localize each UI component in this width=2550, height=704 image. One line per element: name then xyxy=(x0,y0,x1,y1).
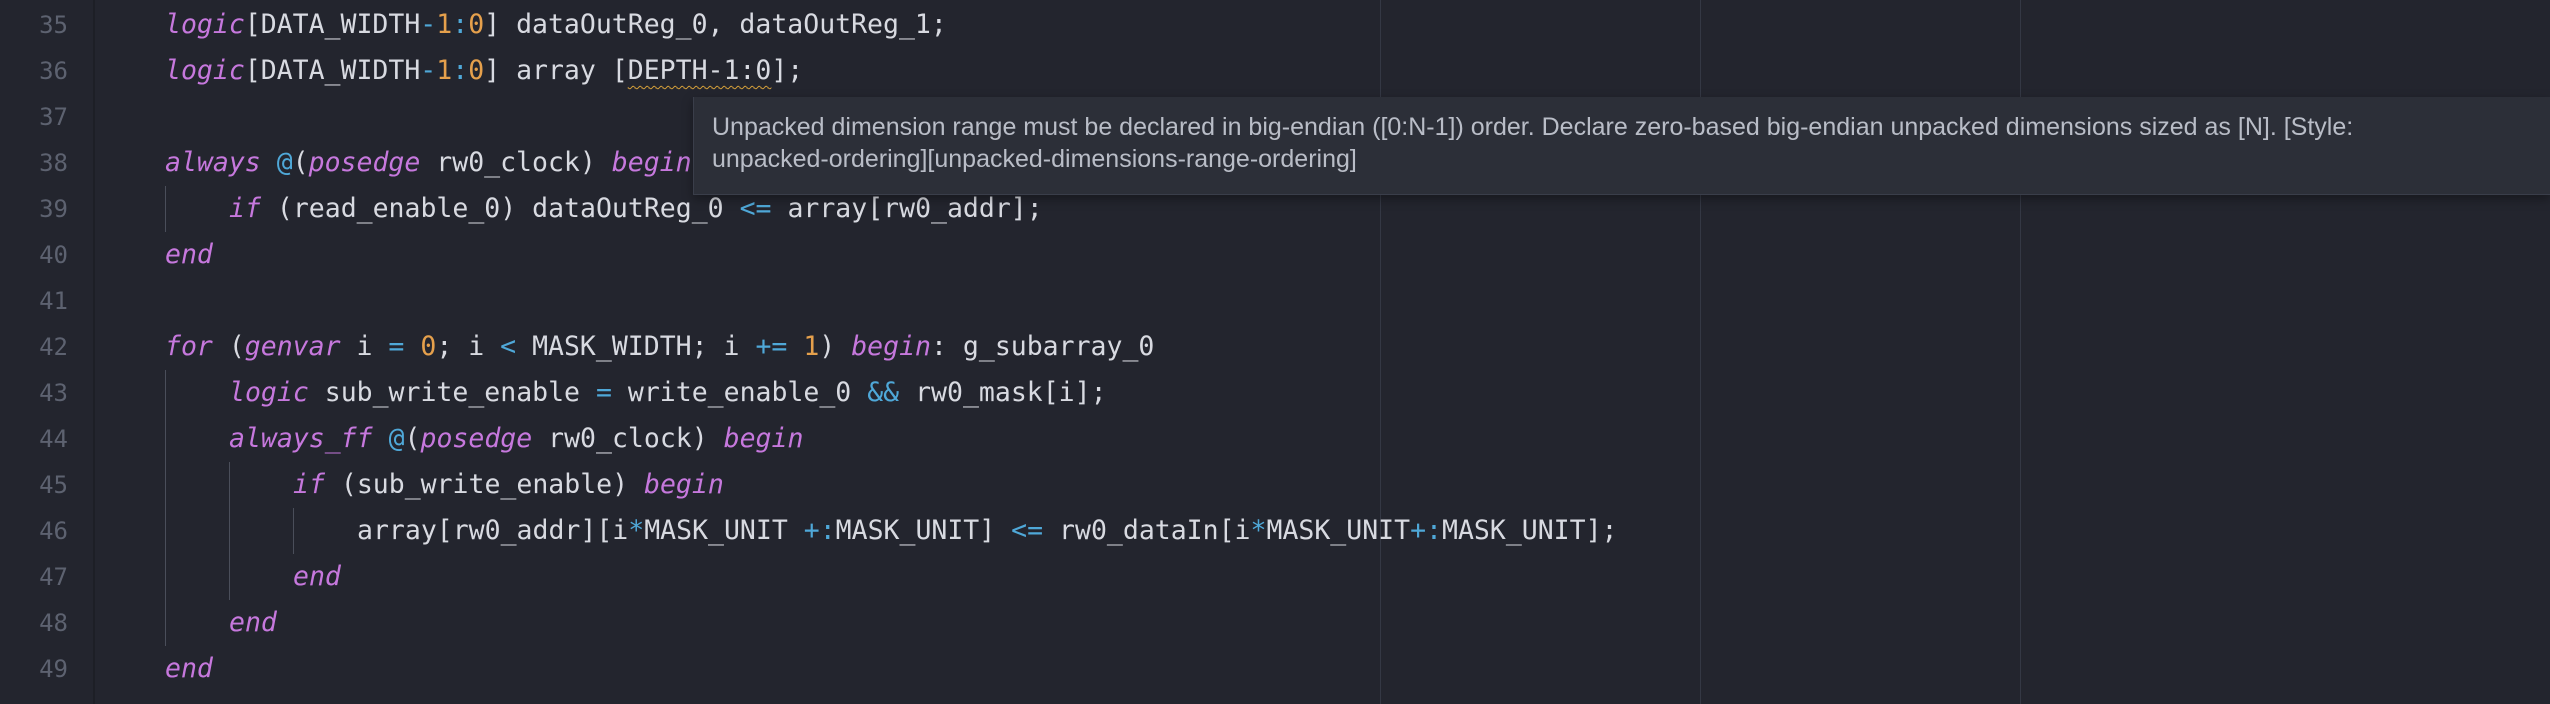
code-token: logic xyxy=(165,9,245,40)
code-token: +: xyxy=(803,515,836,546)
code-token: MASK_WIDTH; i xyxy=(516,331,756,362)
code-token: +: xyxy=(1410,515,1442,546)
code-token: ]; xyxy=(771,55,804,86)
code-token: ; i xyxy=(436,331,501,362)
code-token: begin xyxy=(851,331,931,362)
code-token: ] dataOutReg_0, dataOutReg_1; xyxy=(484,9,947,40)
code-token: MASK_UNIT]; xyxy=(1442,515,1618,546)
code-token: end xyxy=(165,239,213,270)
code-token: : xyxy=(452,55,469,86)
code-token: write_enable_0 xyxy=(611,377,868,408)
code-token: begin xyxy=(644,469,724,500)
code-token: <= xyxy=(1011,515,1044,546)
diagnostic-tooltip: Unpacked dimension range must be declare… xyxy=(693,97,2550,195)
code-token: (read_enable_0) dataOutReg_0 xyxy=(260,193,740,224)
code-token: MASK_UNIT] xyxy=(835,515,1012,546)
code-token: @ xyxy=(276,147,293,178)
diagnostic-message-line-1: Unpacked dimension range must be declare… xyxy=(712,113,2354,141)
code-token: 1 xyxy=(436,9,453,40)
code-token: <= xyxy=(739,193,772,224)
code-line[interactable]: always_ff @(posedge rw0_clock) begin xyxy=(0,416,2550,462)
code-token: begin xyxy=(611,147,692,178)
code-token: - xyxy=(420,9,437,40)
code-token: += xyxy=(755,331,788,362)
code-line[interactable]: logic sub_write_enable = write_enable_0 … xyxy=(0,370,2550,416)
code-line[interactable]: end xyxy=(0,646,2550,692)
code-token: logic xyxy=(229,377,309,408)
code-line[interactable]: for (genvar i = 0; i < MASK_WIDTH; i += … xyxy=(0,324,2550,370)
code-line[interactable]: if (sub_write_enable) begin xyxy=(0,462,2550,508)
code-token: 0 xyxy=(420,331,437,362)
code-token: [DATA_WIDTH xyxy=(244,55,421,86)
code-token: (sub_write_enable) xyxy=(324,469,645,500)
code-token: if xyxy=(293,469,325,500)
code-token: begin xyxy=(723,423,804,454)
code-token: = xyxy=(595,377,612,408)
code-token: : xyxy=(452,9,469,40)
diagnostic-message-line-2: unpacked-ordering][unpacked-dimensions-r… xyxy=(712,145,1357,173)
code-token: genvar xyxy=(244,331,341,362)
code-token: always xyxy=(165,147,261,178)
code-line[interactable]: logic[DATA_WIDTH-1:0] dataOutReg_0, data… xyxy=(0,2,2550,48)
code-token: = xyxy=(388,331,405,362)
code-token: ] array [ xyxy=(484,55,628,86)
code-token: && xyxy=(867,377,900,408)
code-line[interactable]: end xyxy=(0,554,2550,600)
code-line[interactable]: end xyxy=(0,600,2550,646)
code-line[interactable] xyxy=(0,278,2550,324)
code-token: 0 xyxy=(468,55,485,86)
code-token: rw0_mask[i]; xyxy=(899,377,1107,408)
code-token: 1 xyxy=(803,331,820,362)
code-token: 0 xyxy=(468,9,485,40)
code-token: 1 xyxy=(436,55,453,86)
code-token: for xyxy=(165,331,213,362)
code-token: ) xyxy=(819,331,852,362)
code-token: posedge xyxy=(420,423,533,454)
code-token: always_ff xyxy=(229,423,373,454)
code-token: MASK_UNIT xyxy=(1266,515,1411,546)
code-line[interactable]: array[rw0_addr][i*MASK_UNIT +:MASK_UNIT]… xyxy=(0,508,2550,554)
code-token: @ xyxy=(388,423,405,454)
code-token: end xyxy=(293,561,341,592)
warning-token: DEPTH-1:0 xyxy=(627,55,772,86)
code-token: ( xyxy=(292,147,309,178)
code-token: if xyxy=(229,193,261,224)
code-token: - xyxy=(420,55,437,86)
code-token: < xyxy=(500,331,517,362)
code-token: ( xyxy=(212,331,245,362)
code-token: logic xyxy=(165,55,245,86)
code-token: end xyxy=(229,607,277,638)
code-line[interactable]: logic[DATA_WIDTH-1:0] array [DEPTH-1:0]; xyxy=(0,48,2550,94)
code-token: MASK_UNIT xyxy=(644,515,804,546)
code-token: end xyxy=(165,653,213,684)
code-token: i xyxy=(340,331,389,362)
code-token: sub_write_enable xyxy=(308,377,596,408)
code-token: rw0_dataIn[i xyxy=(1043,515,1251,546)
code-token: ( xyxy=(404,423,421,454)
code-token: : g_subarray_0 xyxy=(931,331,1155,362)
code-token: [DATA_WIDTH xyxy=(244,9,421,40)
code-line[interactable]: end xyxy=(0,232,2550,278)
code-token: * xyxy=(1250,515,1267,546)
code-token: * xyxy=(628,515,645,546)
code-token: array[rw0_addr][i xyxy=(357,515,629,546)
code-token: posedge xyxy=(308,147,421,178)
code-token: rw0_clock) xyxy=(532,423,724,454)
code-token: rw0_clock) xyxy=(420,147,612,178)
code-token: array[rw0_addr]; xyxy=(771,193,1043,224)
